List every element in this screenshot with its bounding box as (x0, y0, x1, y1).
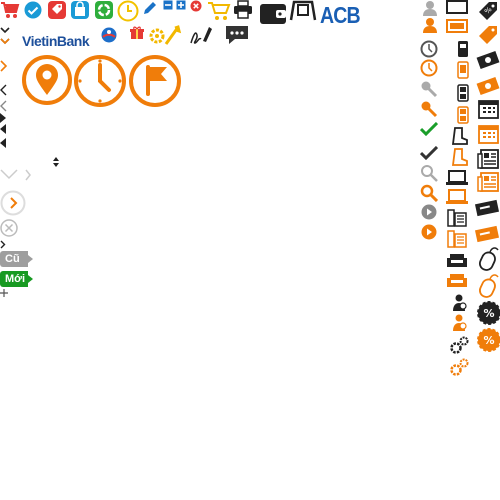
search-orange-icon[interactable] (420, 184, 438, 202)
speed-clock-orange-icon[interactable] (420, 59, 438, 77)
mobile-orange-icon[interactable] (457, 61, 469, 79)
settings-wrench-icon[interactable] (148, 24, 182, 46)
minus-icon[interactable] (163, 0, 173, 10)
sign-icon[interactable] (189, 25, 213, 47)
mouse-dark-icon[interactable] (478, 246, 500, 272)
boot-orange-icon[interactable] (452, 148, 468, 166)
play-gray-icon[interactable] (421, 204, 437, 220)
flag-icon[interactable] (128, 54, 182, 108)
wrench-gray-icon[interactable] (420, 80, 438, 98)
next-circle-button[interactable] (0, 190, 26, 216)
clock-icon[interactable] (117, 0, 139, 22)
gears-orange-icon[interactable] (450, 358, 470, 376)
chevron-down-orange-icon[interactable] (0, 38, 10, 46)
check-dark-icon[interactable] (420, 146, 438, 160)
calendar-dark-icon[interactable] (478, 99, 499, 119)
wrench-orange-icon[interactable] (420, 100, 438, 118)
discount-tag-orange-icon[interactable] (477, 24, 499, 46)
close-light-icon[interactable] (0, 219, 18, 237)
sofa-orange-icon[interactable] (446, 273, 468, 289)
location-pin-icon[interactable] (21, 54, 73, 106)
pencil-icon[interactable] (142, 0, 158, 16)
plus-thin-icon[interactable] (0, 289, 8, 297)
chevron-down-light-icon[interactable] (0, 168, 32, 182)
plus-icon[interactable] (176, 0, 186, 10)
svg-text:%: % (483, 334, 494, 347)
tag-new: Mới (0, 271, 33, 287)
gift-icon[interactable] (130, 26, 144, 40)
check-circle-icon[interactable] (24, 1, 42, 19)
phone-dark-icon[interactable] (457, 84, 469, 102)
sofa-dark-icon[interactable] (446, 253, 468, 269)
chevron-right-small-icon[interactable] (0, 240, 6, 249)
laptop-dark-icon[interactable] (446, 170, 468, 186)
vietinbank-logo: VietinBank (22, 27, 117, 49)
card-reader-icon[interactable] (289, 0, 317, 22)
mother-child-dark-icon[interactable] (452, 294, 468, 312)
calendar-orange-icon[interactable] (478, 124, 499, 144)
user-orange-icon[interactable] (422, 17, 438, 33)
fax-dark-icon[interactable] (447, 209, 467, 227)
shopping-bag-icon[interactable] (70, 0, 90, 20)
discount-tag-dark-icon[interactable]: % (477, 0, 499, 22)
tag-old: Cũ (0, 251, 33, 267)
search-gray-icon[interactable] (420, 164, 438, 182)
play-orange-icon[interactable] (421, 224, 437, 240)
cart-outline-icon[interactable] (207, 1, 231, 21)
chevron-left-icon[interactable] (0, 84, 8, 112)
mother-child-orange-icon[interactable] (452, 314, 468, 332)
price-tag-icon[interactable] (47, 0, 67, 20)
recycle-icon[interactable] (94, 0, 114, 20)
chat-icon[interactable] (225, 25, 249, 45)
acb-logo: ACB (320, 2, 361, 28)
close-circle-icon[interactable] (190, 0, 202, 12)
speed-clock-gray-icon[interactable] (420, 40, 438, 58)
chevron-right-icon[interactable] (0, 60, 8, 72)
percent-badge-orange-icon[interactable]: % (477, 328, 500, 352)
mobile-dark-icon[interactable] (457, 40, 469, 58)
phone-orange-icon[interactable] (457, 106, 469, 124)
triangle-left-icon[interactable] (0, 124, 6, 148)
sort-arrows-icon[interactable] (53, 157, 59, 167)
monitor-orange-icon[interactable] (446, 19, 468, 33)
printer-icon[interactable] (233, 0, 253, 20)
clock-large-icon[interactable] (73, 54, 127, 108)
money-dark-icon[interactable] (476, 48, 500, 72)
laptop-orange-icon[interactable] (446, 189, 468, 205)
gears-dark-icon[interactable] (450, 336, 470, 354)
check-green-icon[interactable] (420, 122, 438, 136)
ticket-dark-icon[interactable] (474, 198, 500, 218)
boot-dark-icon[interactable] (452, 127, 468, 145)
triangle-right-icon[interactable] (0, 113, 6, 123)
cart-icon[interactable] (0, 1, 20, 19)
newspaper-orange-icon[interactable] (477, 172, 499, 192)
monitor-dark-icon[interactable] (446, 0, 468, 14)
svg-text:%: % (483, 307, 494, 320)
mouse-orange-icon[interactable] (478, 273, 500, 299)
ticket-orange-icon[interactable] (474, 224, 500, 244)
money-orange-icon[interactable] (476, 74, 500, 98)
newspaper-dark-icon[interactable] (477, 149, 499, 169)
fax-orange-icon[interactable] (447, 230, 467, 248)
user-gray-icon[interactable] (422, 0, 438, 16)
percent-badge-dark-icon[interactable]: % (477, 301, 500, 325)
wallet-icon[interactable] (259, 0, 287, 26)
